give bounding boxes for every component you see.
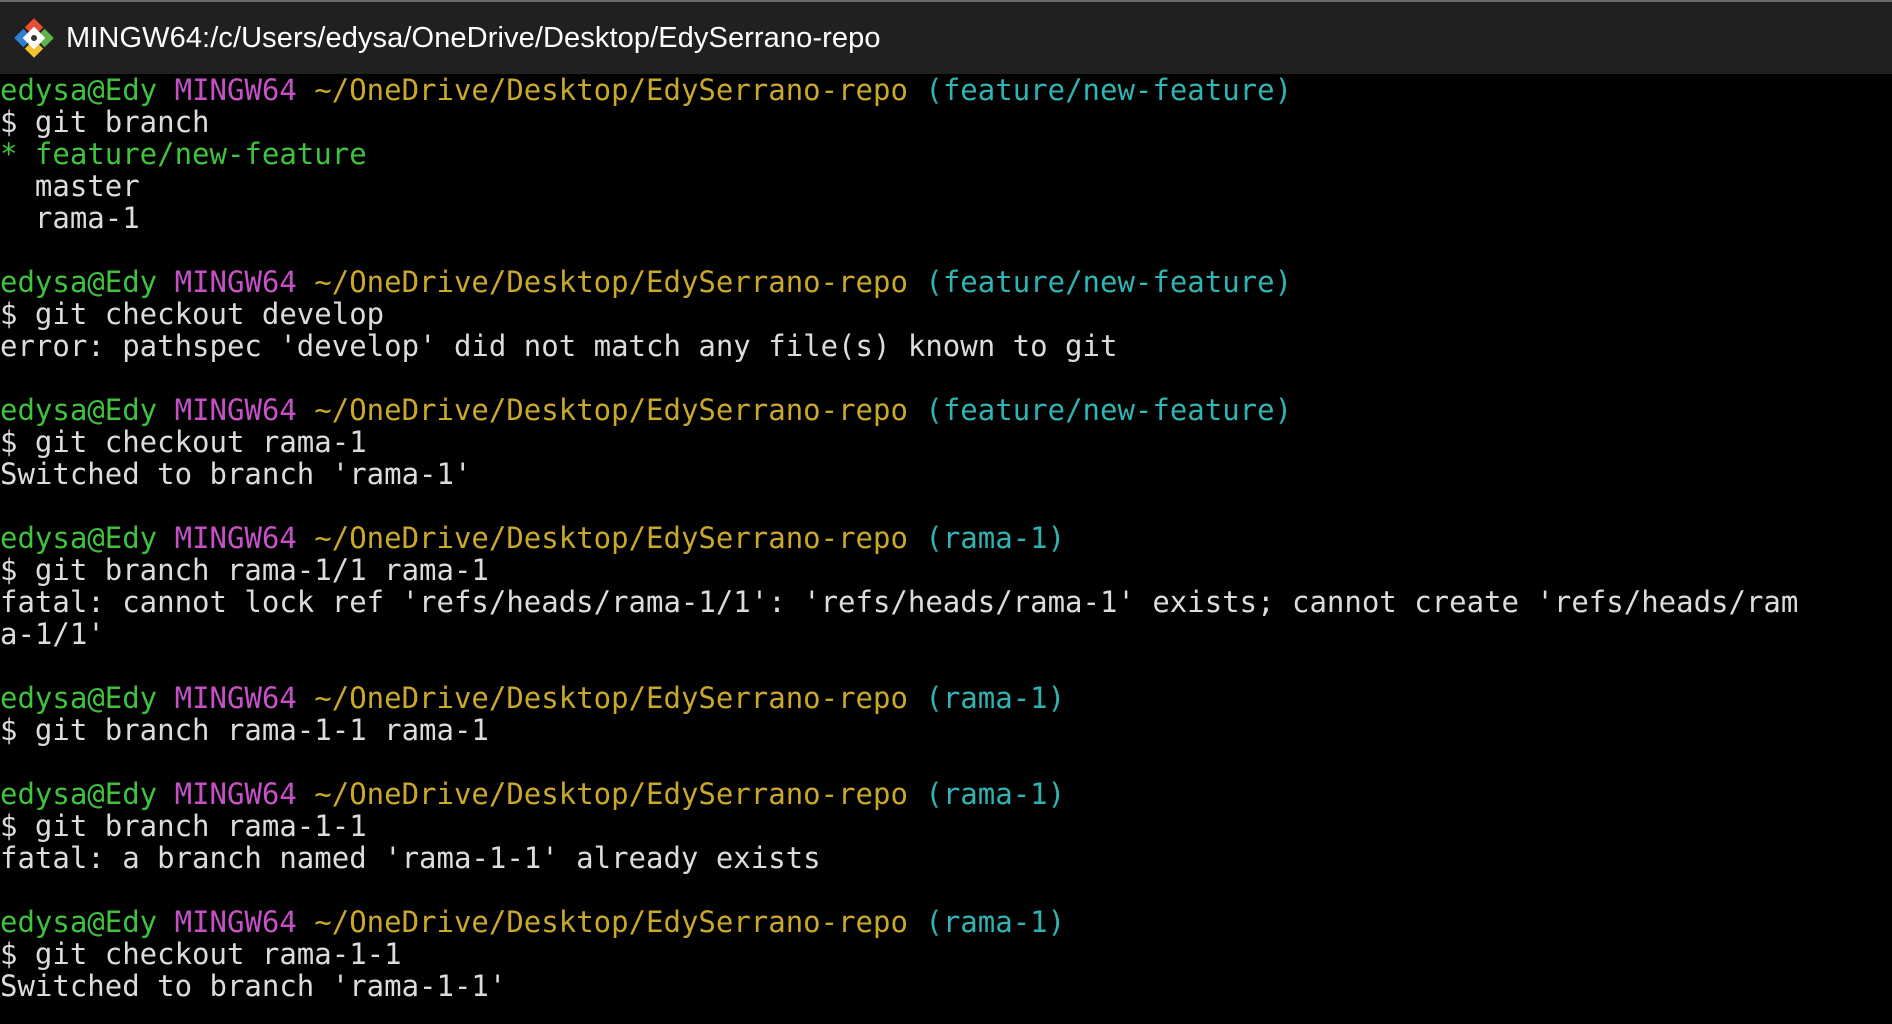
- prompt-branch: (rama-1): [925, 521, 1066, 555]
- prompt-path: ~/OneDrive/Desktop/EdySerrano-repo: [314, 74, 908, 107]
- prompt-path: ~/OneDrive/Desktop/EdySerrano-repo: [314, 265, 908, 299]
- output-text: rama-1: [0, 201, 140, 235]
- prompt-line: edysa@Edy MINGW64 ~/OneDrive/Desktop/Edy…: [0, 778, 1892, 810]
- prompt-path: ~/OneDrive/Desktop/EdySerrano-repo: [314, 393, 908, 427]
- command-text: $ git checkout rama-1: [0, 425, 367, 459]
- command-text: $ git checkout rama-1-1: [0, 937, 402, 971]
- git-bash-icon: [12, 16, 56, 60]
- prompt-user: edysa@Edy: [0, 74, 158, 107]
- output-text: error: pathspec 'develop' did not match …: [0, 329, 1118, 363]
- output-line: Switched to branch 'rama-1': [0, 458, 1892, 490]
- prompt-user: edysa@Edy: [0, 265, 158, 299]
- output-text: fatal: a branch named 'rama-1-1' already…: [0, 841, 821, 875]
- prompt-system: MINGW64: [174, 905, 297, 939]
- output-text: fatal: cannot lock ref 'refs/heads/rama-…: [0, 585, 1799, 619]
- terminal-output[interactable]: edysa@Edy MINGW64 ~/OneDrive/Desktop/Edy…: [0, 74, 1892, 1024]
- prompt-system: MINGW64: [174, 681, 297, 715]
- command-line: $ git checkout rama-1-1: [0, 938, 1892, 970]
- prompt-path: ~/OneDrive/Desktop/EdySerrano-repo: [314, 777, 908, 811]
- output-text: Switched to branch 'rama-1': [0, 457, 472, 491]
- output-line: fatal: a branch named 'rama-1-1' already…: [0, 842, 1892, 874]
- command-line: $ git branch rama-1-1 rama-1: [0, 714, 1892, 746]
- command-line: $ git branch rama-1-1: [0, 810, 1892, 842]
- prompt-line: edysa@Edy MINGW64 ~/OneDrive/Desktop/Edy…: [0, 522, 1892, 554]
- output-line: fatal: cannot lock ref 'refs/heads/rama-…: [0, 586, 1892, 618]
- prompt-branch: (rama-1): [925, 681, 1066, 715]
- window-titlebar[interactable]: MINGW64:/c/Users/edysa/OneDrive/Desktop/…: [0, 0, 1892, 74]
- window-title: MINGW64:/c/Users/edysa/OneDrive/Desktop/…: [66, 21, 881, 54]
- prompt-system: MINGW64: [174, 74, 297, 107]
- output-line: Switched to branch 'rama-1-1': [0, 970, 1892, 1002]
- prompt-system: MINGW64: [174, 393, 297, 427]
- prompt-user: edysa@Edy: [0, 777, 158, 811]
- command-text: $ git branch rama-1/1 rama-1: [0, 553, 489, 587]
- prompt-line: edysa@Edy MINGW64 ~/OneDrive/Desktop/Edy…: [0, 682, 1892, 714]
- output-line: master: [0, 170, 1892, 202]
- prompt-branch: (rama-1): [925, 777, 1066, 811]
- prompt-system: MINGW64: [174, 521, 297, 555]
- prompt-path: ~/OneDrive/Desktop/EdySerrano-repo: [314, 681, 908, 715]
- current-branch-text: * feature/new-feature: [0, 137, 367, 171]
- output-text: a-1/1': [0, 617, 105, 651]
- command-line: $ git checkout develop: [0, 298, 1892, 330]
- command-line: $ git branch rama-1/1 rama-1: [0, 554, 1892, 586]
- prompt-user: edysa@Edy: [0, 393, 158, 427]
- output-line: a-1/1': [0, 618, 1892, 650]
- prompt-line: edysa@Edy MINGW64 ~/OneDrive/Desktop/Edy…: [0, 266, 1892, 298]
- command-text: $ git branch rama-1-1 rama-1: [0, 713, 489, 747]
- prompt-branch: (feature/new-feature): [925, 393, 1293, 427]
- prompt-line: edysa@Edy MINGW64 ~/OneDrive/Desktop/Edy…: [0, 394, 1892, 426]
- prompt-path: ~/OneDrive/Desktop/EdySerrano-repo: [314, 521, 908, 555]
- prompt-line: edysa@Edy MINGW64 ~/OneDrive/Desktop/Edy…: [0, 906, 1892, 938]
- output-line: rama-1: [0, 202, 1892, 234]
- prompt-branch: (rama-1): [925, 905, 1066, 939]
- prompt-branch: (feature/new-feature): [925, 265, 1293, 299]
- command-text: $ git branch rama-1-1: [0, 809, 367, 843]
- command-text: $ git checkout develop: [0, 297, 385, 331]
- prompt-user: edysa@Edy: [0, 681, 158, 715]
- prompt-system: MINGW64: [174, 777, 297, 811]
- prompt-system: MINGW64: [174, 265, 297, 299]
- prompt-path: ~/OneDrive/Desktop/EdySerrano-repo: [314, 905, 908, 939]
- prompt-user: edysa@Edy: [0, 521, 158, 555]
- output-line: error: pathspec 'develop' did not match …: [0, 330, 1892, 362]
- prompt-branch: (feature/new-feature): [925, 74, 1293, 107]
- prompt-line: edysa@Edy MINGW64 ~/OneDrive/Desktop/Edy…: [0, 74, 1892, 106]
- command-text: $ git branch: [0, 105, 210, 139]
- output-text: master: [0, 169, 140, 203]
- command-line: $ git checkout rama-1: [0, 426, 1892, 458]
- output-text: Switched to branch 'rama-1-1': [0, 969, 507, 1003]
- output-line: * feature/new-feature: [0, 138, 1892, 170]
- prompt-user: edysa@Edy: [0, 905, 158, 939]
- command-line: $ git branch: [0, 106, 1892, 138]
